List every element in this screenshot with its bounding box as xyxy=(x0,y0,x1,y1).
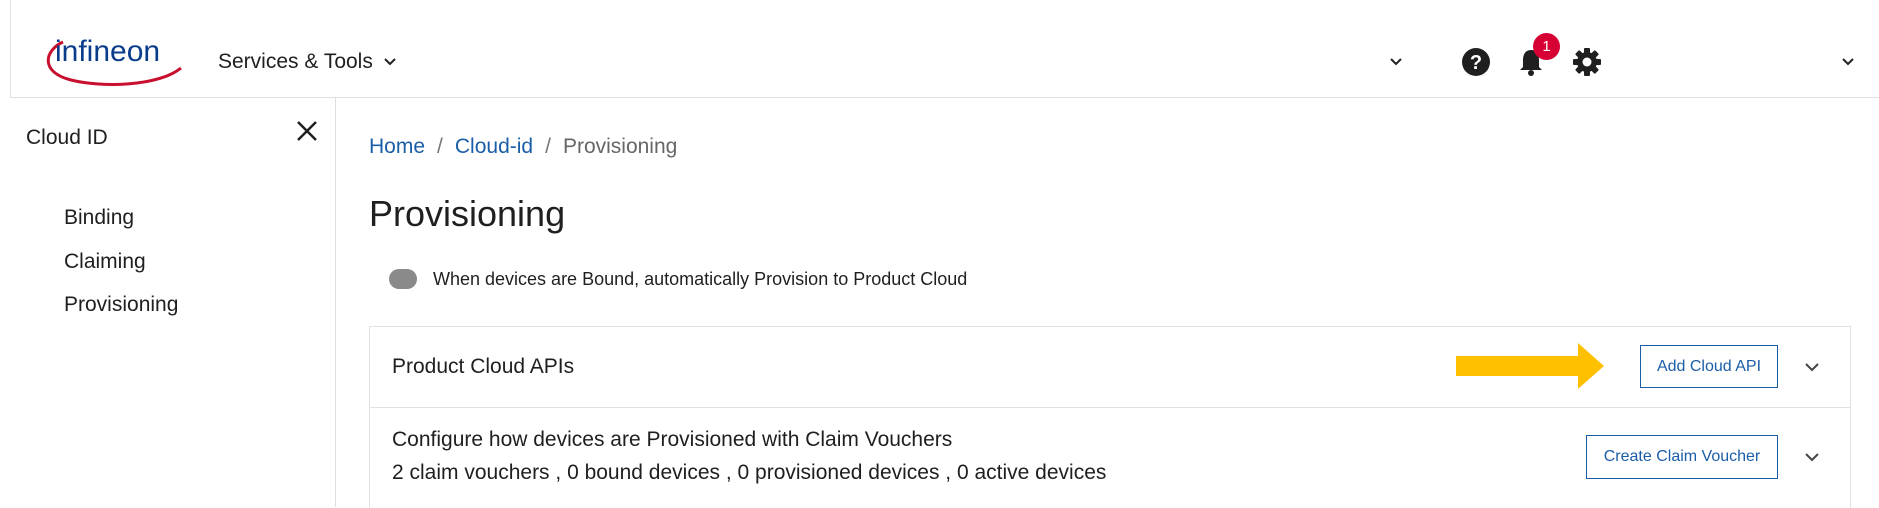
chevron-down-icon[interactable] xyxy=(1804,359,1820,375)
breadcrumb-separator: / xyxy=(545,135,551,158)
sidebar-item-binding[interactable]: Binding xyxy=(64,206,134,230)
help-circle-icon[interactable]: ? xyxy=(1461,47,1491,77)
page-title: Provisioning xyxy=(369,193,566,234)
panel-title: Product Cloud APIs xyxy=(392,355,575,378)
claim-vouchers-panel: Configure how devices are Provisioned wi… xyxy=(369,407,1851,508)
create-claim-voucher-button[interactable]: Create Claim Voucher xyxy=(1586,435,1778,479)
claim-voucher-stats: 2 claim vouchers , 0 bound devices , 0 p… xyxy=(392,461,1107,484)
services-tools-label: Services & Tools xyxy=(218,50,373,73)
breadcrumb-cloud-id[interactable]: Cloud-id xyxy=(455,135,533,159)
close-icon[interactable] xyxy=(296,120,318,142)
chevron-down-icon[interactable] xyxy=(1804,449,1820,465)
services-tools-menu[interactable]: Services & Tools xyxy=(218,50,397,74)
gear-icon[interactable] xyxy=(1572,47,1602,77)
sidebar-item-provisioning[interactable]: Provisioning xyxy=(64,293,178,317)
add-cloud-api-button[interactable]: Add Cloud API xyxy=(1640,345,1778,388)
auto-provision-toggle[interactable] xyxy=(389,269,417,289)
svg-text:?: ? xyxy=(1470,52,1482,74)
auto-provision-toggle-label: When devices are Bound, automatically Pr… xyxy=(433,269,968,289)
arrow-right-icon xyxy=(1456,343,1604,389)
sidebar: Cloud ID Binding Claiming Provisioning xyxy=(0,98,336,507)
sidebar-item-claiming[interactable]: Claiming xyxy=(64,250,146,274)
breadcrumb-home[interactable]: Home xyxy=(369,135,425,159)
sidebar-title: Cloud ID xyxy=(26,126,108,149)
chevron-down-icon[interactable] xyxy=(1389,55,1403,69)
breadcrumb-separator: / xyxy=(437,135,443,158)
infineon-logo[interactable]: infineon xyxy=(41,28,191,96)
logo-text: infineon xyxy=(55,35,160,68)
notification-badge: 1 xyxy=(1533,33,1560,60)
product-cloud-apis-panel: Product Cloud APIs Add Cloud API xyxy=(369,326,1851,409)
breadcrumb-current: Provisioning xyxy=(562,135,678,158)
chevron-down-icon[interactable] xyxy=(1841,55,1855,69)
panel-title: Configure how devices are Provisioned wi… xyxy=(392,428,953,451)
breadcrumb: Home / Cloud-id / Provisioning xyxy=(369,135,677,159)
top-navigation-bar: infineon Services & Tools ? 1 xyxy=(10,0,1879,98)
chevron-down-icon xyxy=(384,58,396,66)
logo-graphic: infineon xyxy=(46,35,182,86)
